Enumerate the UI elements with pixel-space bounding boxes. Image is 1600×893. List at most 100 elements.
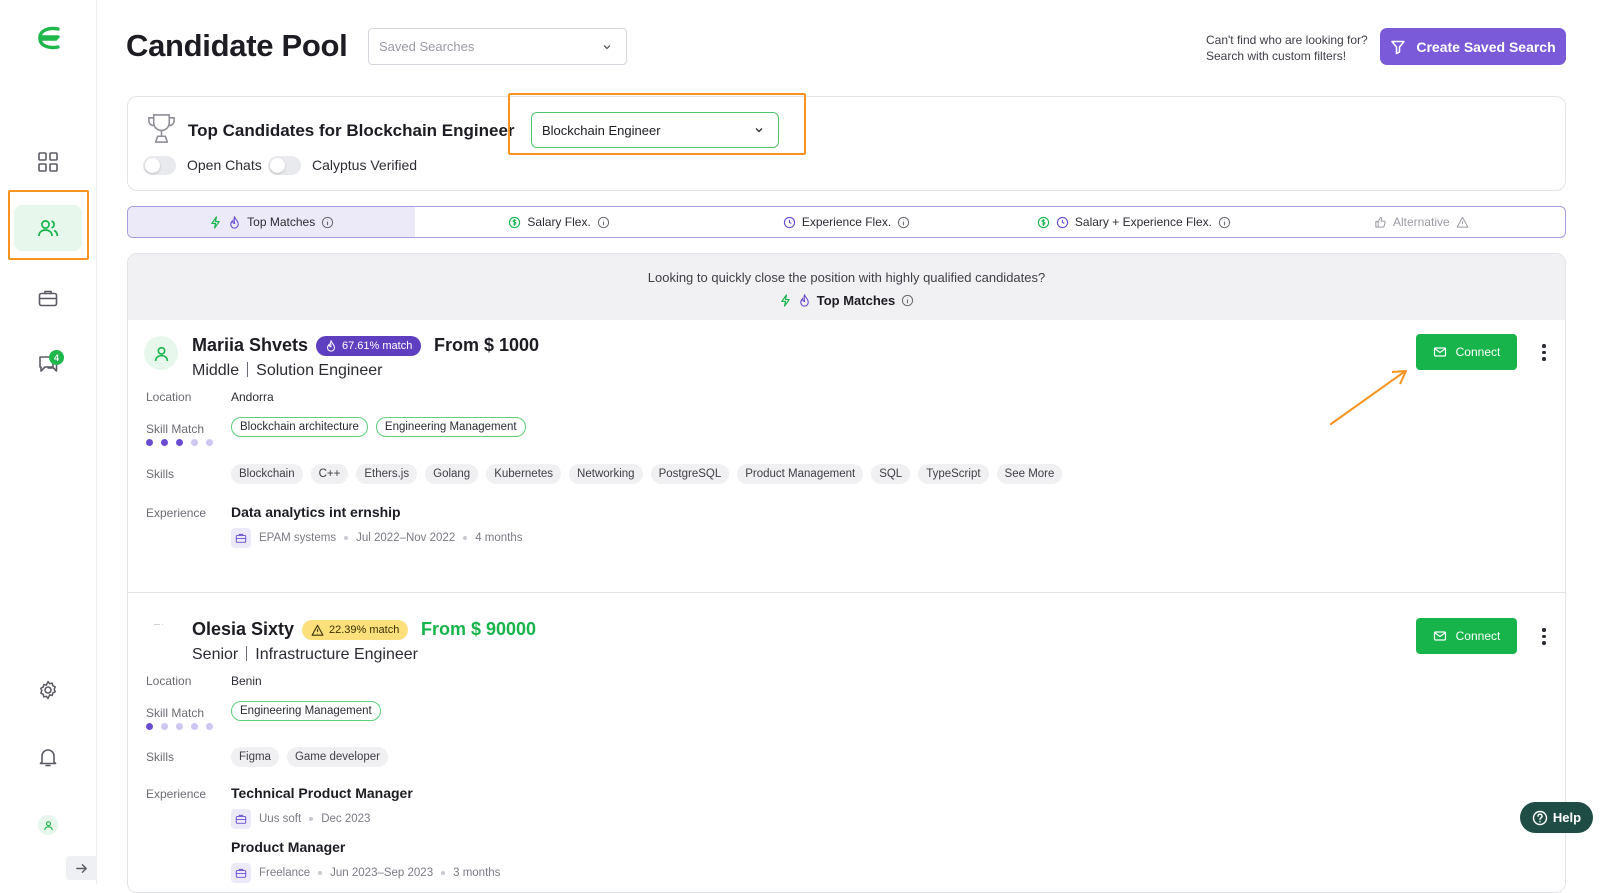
candidate-avatar[interactable] <box>144 336 178 370</box>
tab-top-matches[interactable]: Top Matches <box>128 207 416 237</box>
skill-chip: C++ <box>310 464 349 484</box>
match-value: 67.61% match <box>342 340 413 352</box>
collapse-sidebar-button[interactable] <box>66 856 97 880</box>
skill-chip: Figma <box>231 747 279 767</box>
experience-meta: EPAM systems Jul 2022–Nov 2022 4 months <box>231 528 523 548</box>
candidate-name[interactable]: Olesia Sixty <box>192 619 294 640</box>
info-icon[interactable] <box>897 216 910 229</box>
match-tabs: Top Matches Salary Flex. Experience Flex… <box>127 206 1566 238</box>
more-options-icon[interactable] <box>1541 628 1547 645</box>
connect-button[interactable]: Connect <box>1416 334 1517 370</box>
experience-meta: Uus soft Dec 2023 <box>231 809 370 829</box>
experience-duration: 4 months <box>475 532 523 544</box>
skill-match-chip: Engineering Management <box>375 417 526 437</box>
candidate-card: Mariia Shvets 67.61% match From $ 1000 M… <box>128 320 1565 592</box>
user-icon <box>43 820 53 830</box>
match-badge: 22.39% match <box>302 620 409 640</box>
tab-salary-experience-flex[interactable]: Salary + Experience Flex. <box>990 207 1277 237</box>
hint-line-1: Can't find who are looking for? <box>1206 33 1368 47</box>
tab-salary-flex[interactable]: Salary Flex. <box>415 207 702 237</box>
skill-chip: Game developer <box>286 747 388 767</box>
skill-match-chips: Blockchain architecture Engineering Mana… <box>231 417 526 437</box>
candidate-card: — · Olesia Sixty 22.39% match From $ 900… <box>128 609 1565 892</box>
info-icon[interactable] <box>597 216 610 229</box>
candidate-location: Benin <box>231 674 262 688</box>
top-candidates-title: Top Candidates for Blockchain Engineer <box>188 121 515 140</box>
create-saved-search-label: Create Saved Search <box>1416 38 1556 55</box>
location-label: Location <box>146 674 192 688</box>
candidate-title: Solution Engineer <box>256 362 383 379</box>
skill-chip: Golang <box>425 464 479 484</box>
skill-chip: Blockchain <box>231 464 303 484</box>
sidebar: 4 <box>0 0 97 884</box>
profile-avatar[interactable] <box>38 815 58 835</box>
candidates-nav[interactable] <box>14 205 82 251</box>
warning-icon[interactable] <box>1456 216 1469 229</box>
tab-salary-flex-label: Salary Flex. <box>527 215 591 229</box>
candidate-avatar[interactable]: — · <box>144 619 178 653</box>
experience-duration: 3 months <box>453 867 501 879</box>
tab-alternative[interactable]: Alternative <box>1278 207 1565 237</box>
connect-label: Connect <box>1455 629 1501 643</box>
info-icon[interactable] <box>321 216 334 229</box>
saved-searches-select[interactable]: Saved Searches <box>368 28 627 65</box>
bolt-icon <box>211 215 220 229</box>
chevron-down-icon <box>755 128 763 133</box>
more-options-icon[interactable] <box>1541 344 1547 361</box>
experience-company: Uus soft <box>259 813 302 825</box>
notifications-nav[interactable] <box>14 734 82 780</box>
results-tag: Top Matches <box>128 293 1565 308</box>
role-select-value: Blockchain Engineer <box>542 122 661 138</box>
gear-icon <box>40 680 56 700</box>
top-candidates-panel: Top Candidates for Blockchain Engineer B… <box>127 96 1566 191</box>
skill-chip: Kubernetes <box>486 464 562 484</box>
experience-label: Experience <box>146 787 207 801</box>
experience-title: Technical Product Manager <box>231 785 413 801</box>
briefcase-icon <box>231 863 251 883</box>
skill-match-chip: Blockchain architecture <box>231 417 368 437</box>
help-button[interactable]: Help <box>1520 802 1593 833</box>
skill-match-label: Skill Match <box>146 706 205 720</box>
settings-nav[interactable] <box>14 667 82 713</box>
tab-alternative-label: Alternative <box>1392 215 1450 229</box>
grid-icon <box>38 152 58 172</box>
info-icon[interactable] <box>901 294 914 307</box>
skill-match-label: Skill Match <box>146 422 205 436</box>
app-logo[interactable] <box>36 25 62 51</box>
jobs-nav[interactable] <box>14 275 82 321</box>
match-badge: 67.61% match <box>316 336 422 356</box>
users-icon <box>38 220 59 237</box>
results-header: Looking to quickly close the position wi… <box>128 254 1565 320</box>
bell-icon <box>39 749 57 767</box>
candidate-location: Andorra <box>231 390 274 404</box>
warning-icon <box>311 624 324 636</box>
skill-chip: TypeScript <box>918 464 989 484</box>
custom-filter-hint: Can't find who are looking for? Search w… <box>1206 32 1368 64</box>
question-icon <box>1532 810 1548 825</box>
see-more-skills-button[interactable]: See More <box>996 464 1063 484</box>
dashboard-nav[interactable] <box>14 139 82 185</box>
connect-button[interactable]: Connect <box>1416 618 1517 654</box>
role-select[interactable]: Blockchain Engineer <box>531 112 779 148</box>
open-chats-toggle[interactable] <box>143 156 176 175</box>
briefcase-icon <box>231 809 251 829</box>
skills-label: Skills <box>146 750 175 764</box>
tab-experience-flex[interactable]: Experience Flex. <box>703 207 990 237</box>
filter-icon <box>1391 40 1406 54</box>
messages-nav[interactable] <box>14 341 82 387</box>
create-saved-search-button[interactable]: Create Saved Search <box>1380 28 1566 65</box>
page-title: Candidate Pool <box>126 28 348 63</box>
skill-match-chips: Engineering Management <box>231 701 381 721</box>
candidate-salary: From $ 90000 <box>421 619 537 639</box>
info-icon[interactable] <box>1218 216 1231 229</box>
open-chats-label: Open Chats <box>187 157 262 173</box>
hint-line-2: Search with custom filters! <box>1206 49 1347 63</box>
verified-toggle[interactable] <box>268 156 301 175</box>
tab-experience-flex-label: Experience Flex. <box>801 215 892 229</box>
skills-label: Skills <box>146 467 175 481</box>
briefcase-icon <box>231 528 251 548</box>
candidate-role: Senior Infrastructure Engineer <box>192 646 418 664</box>
tab-top-matches-label: Top Matches <box>247 215 316 229</box>
candidate-name[interactable]: Mariia Shvets <box>192 335 308 356</box>
results-tag-label: Top Matches <box>816 293 896 308</box>
